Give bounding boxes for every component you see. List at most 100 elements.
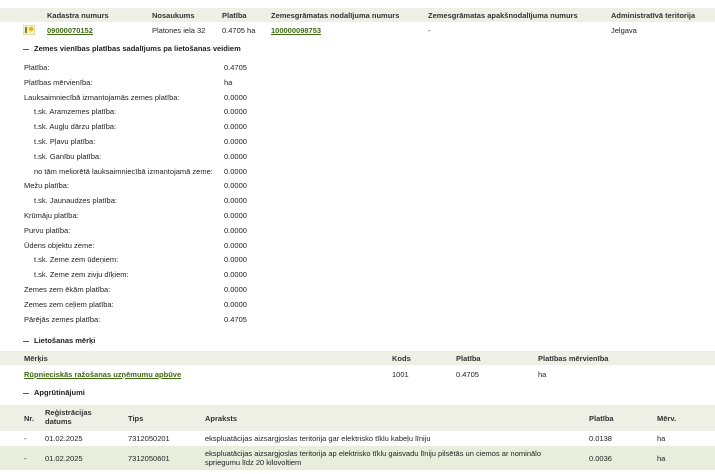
breakdown-row: Platība: 0.4705 bbox=[0, 60, 715, 75]
breakdown-value: 0.0000 bbox=[224, 255, 247, 265]
encumbrance-row: - 01.02.2025 7312050601 ekspluatācijas a… bbox=[0, 446, 715, 470]
breakdown-label: t.sk. Aramzemes platība: bbox=[34, 107, 117, 117]
section-encumbrances-title[interactable]: Apgrūtinājumi bbox=[23, 388, 85, 397]
platiba-value: 0.0138 bbox=[589, 434, 612, 443]
breakdown-value: ha bbox=[224, 77, 233, 87]
breakdown-row: Platības mērvienība: ha bbox=[0, 75, 715, 90]
breakdown-value: 0.0000 bbox=[224, 137, 247, 146]
platiba-value: 0.0036 bbox=[589, 454, 612, 463]
breakdown-label: t.sk. Ganību platība: bbox=[34, 151, 102, 161]
breakdown-row: t.sk. Pļavu platība: 0.0000 bbox=[0, 134, 715, 149]
usage-purpose-row: Rūpnieciskās ražošanas uzņēmumu apbūve 1… bbox=[0, 366, 715, 382]
breakdown-row: Mežu platība: 0.0000 bbox=[0, 178, 715, 193]
breakdown-value: 0.0000 bbox=[224, 225, 247, 235]
breakdown-row: Krūmāju platība: 0.0000 bbox=[0, 208, 715, 223]
cadastre-table-row: 09000070152 Platones iela 32 0.4705 ha 1… bbox=[0, 22, 715, 39]
header-kods: Kods bbox=[392, 354, 411, 363]
kadastra-numurs-link[interactable]: 09000070152 bbox=[47, 26, 93, 35]
header-kadastra-numurs: Kadastra numurs bbox=[47, 11, 109, 20]
nodalijuma-numurs-link[interactable]: 100000098753 bbox=[271, 26, 321, 35]
header-mervieniba: Platības mērvienība bbox=[538, 354, 609, 363]
breakdown-label: no tām meliorētā lauksaimniecībā izmanto… bbox=[34, 166, 213, 176]
breakdown-label: t.sk. Zeme zem ūdeņiem: bbox=[34, 255, 119, 265]
cadastre-table-header: Kadastra numurs Nosaukums Platība Zemesg… bbox=[0, 8, 715, 22]
breakdown-value: 0.0000 bbox=[224, 270, 247, 280]
breakdown-row: t.sk. Augļu dārzu platība: 0.0000 bbox=[0, 119, 715, 134]
teritorija-value: Jelgava bbox=[611, 26, 637, 35]
datums-value: 01.02.2025 bbox=[45, 454, 83, 463]
info-icon[interactable] bbox=[23, 25, 35, 35]
nr-value: - bbox=[24, 454, 27, 463]
header-administrativa-teritorija: Administratīvā teritorija bbox=[611, 11, 696, 20]
usage-purpose-header: Mērķis Kods Platība Platības mērvienība bbox=[0, 351, 715, 365]
breakdown-value: 0.0000 bbox=[224, 107, 247, 117]
breakdown-value: 0.0000 bbox=[224, 151, 247, 161]
header-merv: Mērv. bbox=[657, 414, 677, 423]
encumbrance-row: - 01.02.2025 7312050201 ekspluatācijas a… bbox=[0, 432, 715, 445]
breakdown-value: 0.0000 bbox=[224, 211, 247, 220]
breakdown-value: 0.0000 bbox=[224, 285, 247, 294]
breakdown-value: 0.0000 bbox=[224, 166, 247, 176]
apraksts-value: ekspluatācijas aizsargjoslas teritorija … bbox=[205, 434, 431, 443]
header-datums: Reģistrācijas datums bbox=[45, 408, 92, 426]
breakdown-row: t.sk. Zeme zem ūdeņiem: 0.0000 bbox=[0, 252, 715, 267]
breakdown-row: Ūdens objektu zeme: 0.0000 bbox=[0, 238, 715, 253]
header-apraksts: Apraksts bbox=[205, 414, 238, 423]
tips-value: 7312050601 bbox=[128, 454, 170, 463]
header-nr: Nr. bbox=[24, 414, 35, 423]
section-title-text: Apgrūtinājumi bbox=[34, 388, 85, 397]
header-platiba: Platība bbox=[456, 354, 481, 363]
breakdown-row: no tām meliorētā lauksaimniecībā izmanto… bbox=[0, 164, 715, 179]
breakdown-row: Lauksaimniecībā izmantojamās zemes platī… bbox=[0, 90, 715, 105]
collapse-icon[interactable] bbox=[23, 340, 29, 342]
breakdown-value: 0.4705 bbox=[224, 314, 247, 324]
breakdown-label: Lauksaimniecībā izmantojamās zemes platī… bbox=[24, 92, 180, 102]
header-platiba: Platība bbox=[222, 11, 247, 20]
header-merkis: Mērķis bbox=[24, 354, 48, 363]
collapse-icon[interactable] bbox=[23, 48, 29, 50]
section-title-text: Zemes vienības platības sadalījums pa li… bbox=[34, 44, 241, 53]
breakdown-value: 0.4705 bbox=[224, 63, 247, 72]
apraksts-value: ekspluatācijas aizsargjoslas teritorija … bbox=[205, 449, 541, 467]
breakdown-row: Zemes zem ēkām platība: 0.0000 bbox=[0, 282, 715, 297]
merv-value: ha bbox=[657, 434, 666, 443]
breakdown-value: 0.0000 bbox=[224, 299, 247, 309]
collapse-icon[interactable] bbox=[23, 392, 29, 394]
mervieniba-value: ha bbox=[538, 370, 547, 379]
section-usage-purpose-title[interactable]: Lietošanas mērķi bbox=[23, 336, 95, 345]
section-land-use-breakdown-title[interactable]: Zemes vienības platības sadalījums pa li… bbox=[23, 44, 241, 53]
breakdown-row: Zemes zem ceļiem platība: 0.0000 bbox=[0, 297, 715, 312]
tips-value: 7312050201 bbox=[128, 434, 170, 443]
breakdown-label: Pārējās zemes platība: bbox=[24, 314, 101, 324]
header-apaksnodalijuma-numurs: Zemesgrāmatas apakšnodalījuma numurs bbox=[428, 11, 578, 20]
breakdown-label: t.sk. Zeme zem zivju dīķiem: bbox=[34, 270, 129, 280]
breakdown-row: t.sk. Zeme zem zivju dīķiem: 0.0000 bbox=[0, 267, 715, 282]
merkis-link[interactable]: Rūpnieciskās ražošanas uzņēmumu apbūve bbox=[24, 370, 181, 379]
nr-value: - bbox=[24, 434, 27, 443]
breakdown-label: Mežu platība: bbox=[24, 181, 70, 191]
kods-value: 1001 bbox=[392, 370, 409, 379]
header-platiba: Platība bbox=[589, 414, 614, 423]
breakdown-label: Zemes zem ceļiem platība: bbox=[24, 299, 114, 309]
platiba-value: 0.4705 bbox=[456, 370, 479, 379]
breakdown-value: 0.0000 bbox=[224, 92, 247, 102]
breakdown-label: t.sk. Augļu dārzu platība: bbox=[34, 122, 117, 132]
breakdown-label: Zemes zem ēkām platība: bbox=[24, 285, 111, 294]
breakdown-label: Ūdens objektu zeme: bbox=[24, 240, 95, 250]
breakdown-value: 0.0000 bbox=[224, 196, 247, 206]
breakdown-label: Purvu platība: bbox=[24, 225, 71, 235]
breakdown-label: t.sk. Pļavu platība: bbox=[34, 137, 96, 146]
header-tips: Tips bbox=[128, 414, 144, 423]
breakdown-label: Krūmāju platība: bbox=[24, 211, 79, 220]
apaksnodalijuma-numurs-value: - bbox=[428, 26, 431, 35]
breakdown-label: t.sk. Jaunaudzes platība: bbox=[34, 196, 117, 206]
breakdown-label: Platība: bbox=[24, 63, 50, 72]
platiba-value: 0.4705 ha bbox=[222, 26, 256, 35]
nosaukums-value: Platones iela 32 bbox=[152, 26, 206, 35]
datums-value: 01.02.2025 bbox=[45, 434, 83, 443]
breakdown-row: Pārējās zemes platība: 0.4705 bbox=[0, 312, 715, 327]
breakdown-value: 0.0000 bbox=[224, 181, 247, 191]
encumbrances-header: Nr. Reģistrācijas datums Tips Apraksts P… bbox=[0, 405, 715, 431]
breakdown-row: t.sk. Jaunaudzes platība: 0.0000 bbox=[0, 193, 715, 208]
breakdown-row: t.sk. Ganību platība: 0.0000 bbox=[0, 149, 715, 164]
